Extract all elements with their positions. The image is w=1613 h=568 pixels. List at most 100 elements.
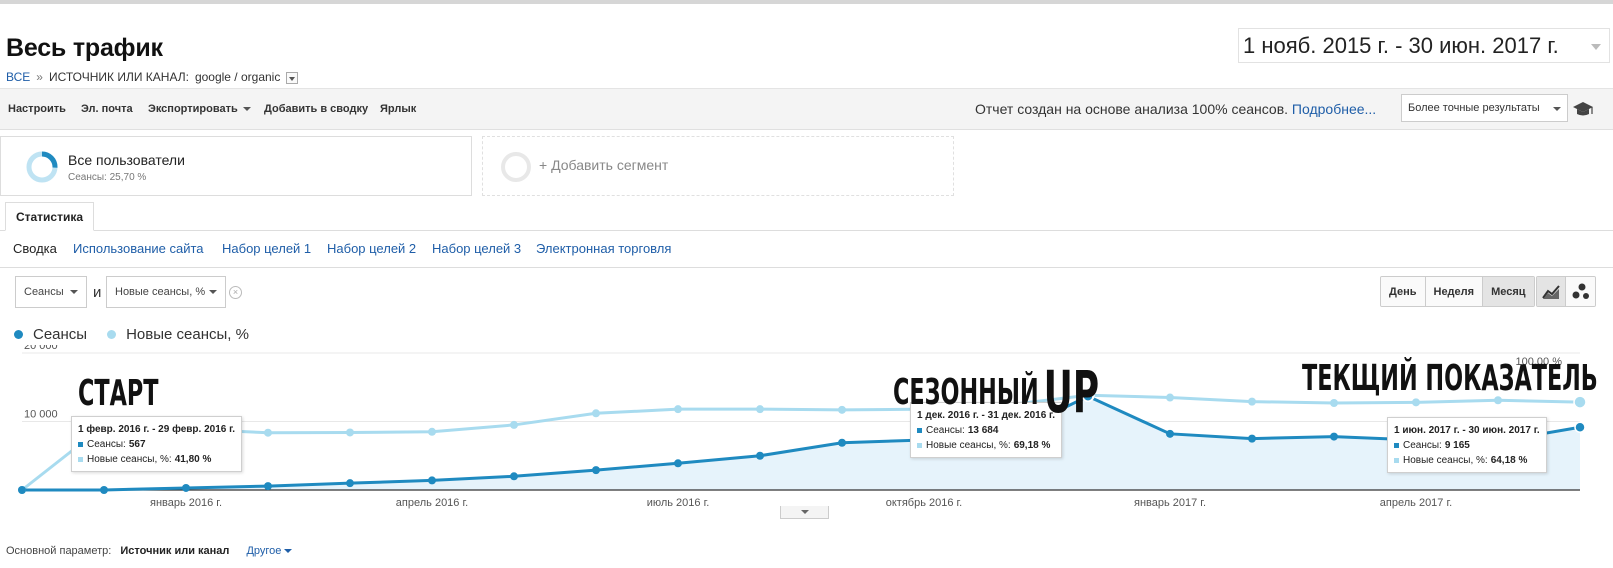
tab-statistics[interactable]: Статистика — [5, 202, 94, 231]
other-dimension-dropdown[interactable]: Другое — [246, 545, 293, 557]
empty-segment-ring-icon — [501, 152, 531, 182]
period-day-button[interactable]: День — [1381, 277, 1426, 306]
caret-down-icon — [209, 290, 217, 294]
tooltip-label: Сеансы: — [926, 425, 965, 436]
new-sessions-point — [838, 405, 846, 414]
precision-label: Более точные результаты — [1408, 102, 1540, 114]
sampling-note: Отчет создан на основе анализа 100% сеан… — [975, 101, 1376, 117]
period-week-button[interactable]: Неделя — [1425, 277, 1484, 306]
tab-divider — [0, 230, 1613, 231]
tooltip-row-new-sessions: Новые сеансы, %: 41,80 % — [78, 452, 235, 467]
caret-down-icon — [70, 290, 78, 294]
tooltip-value: 9 165 — [1444, 440, 1470, 451]
sessions-point — [1166, 429, 1174, 438]
x-tick-label: июль 2016 г. — [647, 497, 710, 509]
x-tick-label: январь 2017 г. — [1134, 497, 1206, 509]
legend-item-new-sessions[interactable]: Новые сеансы, % — [107, 326, 249, 343]
new-sessions-swatch-icon — [917, 442, 922, 448]
annotation-current: ТЕКЩИЙ ПОКАЗАТЕЛЬ — [1302, 358, 1598, 399]
new-sessions-point — [592, 409, 600, 418]
x-tick-label: апрель 2016 г. — [396, 497, 468, 509]
legend-item-sessions[interactable]: Сеансы — [14, 326, 87, 343]
new-sessions-swatch-icon — [1394, 457, 1399, 463]
subnav-goal-set-2[interactable]: Набор целей 2 — [327, 241, 416, 256]
tooltip-current: 1 июн. 2017 г. - 30 июн. 2017 г. Сеансы:… — [1387, 417, 1547, 473]
precision-select[interactable]: Более точные результаты — [1401, 94, 1568, 122]
tooltip-value: 567 — [128, 439, 146, 450]
date-range-text: 1 нояб. 2015 г. - 30 июн. 2017 г. — [1243, 32, 1559, 58]
tooltip-value: 41,80 % — [174, 454, 212, 465]
export-button[interactable]: Экспортировать — [148, 103, 251, 115]
segment-name: Все пользователи — [68, 152, 185, 168]
subnav-goal-set-1[interactable]: Набор целей 1 — [222, 241, 311, 256]
graduation-cap-icon[interactable] — [1572, 99, 1594, 119]
sessions-swatch-icon — [917, 427, 922, 433]
new-sessions-point — [1412, 398, 1420, 407]
sessions-point — [838, 438, 846, 447]
collapse-chart-tab[interactable] — [780, 506, 829, 519]
add-segment-card[interactable]: + Добавить сегмент — [482, 136, 954, 196]
date-range-picker[interactable]: 1 нояб. 2015 г. - 30 июн. 2017 г. — [1238, 28, 1610, 63]
tooltip-title: 1 июн. 2017 г. - 30 июн. 2017 г. — [1394, 425, 1540, 436]
report-toolbar: Настроить Эл. почта Экспортировать Добав… — [0, 88, 1613, 130]
x-tick-label: октябрь 2016 г. — [886, 497, 963, 509]
sessions-point — [100, 486, 108, 494]
subnav-summary[interactable]: Сводка — [13, 241, 57, 256]
annotation-start: СТАРТ — [78, 373, 159, 414]
breadcrumb-dropdown-icon[interactable] — [286, 72, 299, 84]
new-sessions-point — [510, 420, 518, 429]
metric1-select[interactable]: Сеансы — [15, 276, 87, 308]
sessions-point — [346, 479, 354, 488]
primary-dimension-value[interactable]: Источник или канал — [120, 545, 229, 557]
subnav-site-usage[interactable]: Использование сайта — [73, 241, 204, 256]
y-tick-label-left: 10 000 — [24, 409, 58, 421]
legend-label-new-sessions: Новые сеансы, % — [126, 326, 249, 343]
new-sessions-point — [346, 428, 354, 437]
segment-card-all-users[interactable]: Все пользователи Сеансы: 25,70 % — [0, 136, 472, 196]
email-button[interactable]: Эл. почта — [81, 103, 133, 115]
add-to-dashboard-button[interactable]: Добавить в сводку — [264, 103, 368, 115]
metric2-select[interactable]: Новые сеансы, % — [106, 276, 226, 308]
new-sessions-swatch-icon — [78, 456, 83, 462]
new-sessions-point — [756, 405, 764, 414]
line-chart-button[interactable] — [1537, 277, 1566, 306]
line-chart-icon — [1542, 285, 1560, 299]
clear-metric-icon[interactable]: × — [229, 286, 242, 299]
sampling-note-text: Отчет создан на основе анализа 100% сеан… — [975, 101, 1289, 117]
x-tick-label: апрель 2017 г. — [1380, 497, 1452, 509]
segment-sessions-share: Сеансы: 25,70 % — [68, 172, 147, 183]
legend-label-sessions: Сеансы — [33, 326, 88, 343]
shortcut-button[interactable]: Ярлык — [380, 103, 416, 115]
tooltip-label: Новые сеансы, %: — [1403, 455, 1488, 466]
subnav-goal-set-3[interactable]: Набор целей 3 — [432, 241, 521, 256]
segment-ring-icon — [26, 151, 58, 183]
sessions-point — [1574, 421, 1586, 433]
period-month-button[interactable]: Месяц — [1483, 277, 1534, 306]
tooltip-label: Новые сеансы, %: — [926, 440, 1011, 451]
page-title: Весь трафик — [6, 34, 163, 62]
breadcrumb-value: google / organic — [194, 70, 281, 84]
more-info-link[interactable]: Подробнее... — [1292, 101, 1376, 117]
bubble-chart-icon — [1572, 283, 1589, 299]
chevron-down-icon — [1591, 44, 1601, 50]
tooltip-label: Сеансы: — [87, 439, 126, 450]
motion-chart-button[interactable] — [1566, 277, 1595, 306]
annotation-seasonal-up: СЕЗОННЫЙUP — [893, 350, 1099, 426]
subnav-divider — [0, 267, 1613, 268]
chart-type-toggle — [1536, 276, 1596, 307]
tooltip-value: 13 684 — [967, 425, 999, 436]
tooltip-row-sessions: Сеансы: 13 684 — [917, 423, 1055, 438]
subnav-ecommerce[interactable]: Электронная торговля — [536, 241, 671, 256]
sessions-point — [1330, 432, 1338, 441]
tooltip-title: 1 февр. 2016 г. - 29 февр. 2016 г. — [78, 424, 236, 435]
breadcrumb-separator: » — [36, 70, 43, 84]
primary-dimension-label: Основной параметр: — [6, 545, 112, 557]
sessions-point — [592, 466, 600, 475]
other-dimension-label: Другое — [246, 545, 282, 557]
primary-dimension-bar: Основной параметр: Источник или канал Др… — [6, 545, 293, 557]
period-toggle: День Неделя Месяц — [1380, 276, 1535, 307]
breadcrumb-all-link[interactable]: ВСЕ — [6, 70, 30, 84]
chart-legend: Сеансы Новые сеансы, % — [14, 326, 269, 343]
customize-button[interactable]: Настроить — [8, 103, 66, 115]
new-sessions-point — [428, 427, 436, 436]
